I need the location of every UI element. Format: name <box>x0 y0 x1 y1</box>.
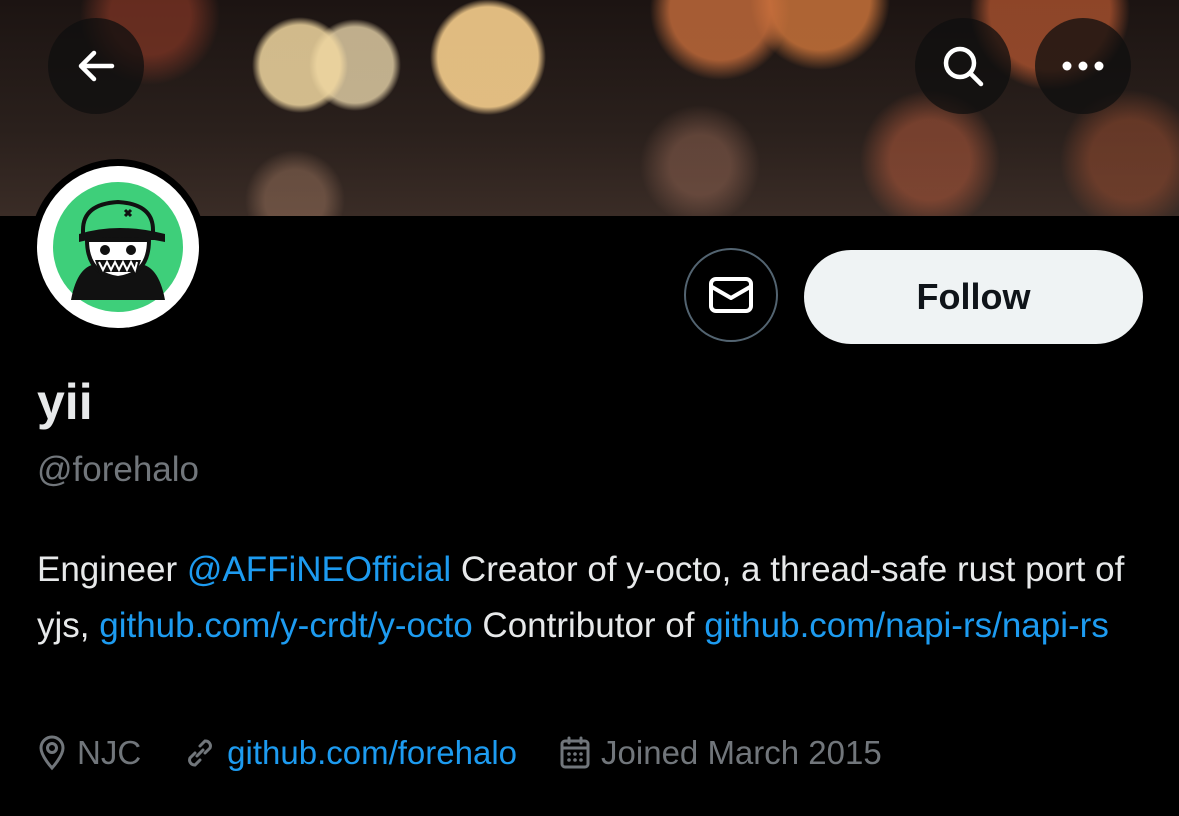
location-text: NJC <box>77 734 142 771</box>
avatar-image <box>37 166 199 328</box>
profile-meta: NJC github.com/forehalo Joined March 201… <box>37 730 924 776</box>
location-pin-icon <box>39 735 65 771</box>
bio-mention-link[interactable]: @AFFiNEOfficial <box>187 550 451 589</box>
profile-bio: Engineer @AFFiNEOfficial Creator of y-oc… <box>37 542 1147 653</box>
bio-text: Contributor of <box>472 605 705 645</box>
more-button[interactable] <box>1035 18 1131 114</box>
more-horizontal-icon <box>1062 61 1104 71</box>
display-name: yii <box>37 374 93 430</box>
avatar-illustration <box>53 182 183 312</box>
arrow-left-icon <box>78 50 115 82</box>
calendar-icon <box>560 736 590 769</box>
location-item: NJC <box>37 734 141 772</box>
website-link[interactable]: github.com/forehalo <box>227 734 517 772</box>
avatar[interactable] <box>30 159 206 335</box>
search-button[interactable] <box>915 18 1011 114</box>
joined-item: Joined March 2015 <box>559 734 882 772</box>
follow-button[interactable]: Follow <box>804 250 1143 344</box>
user-handle: @forehalo <box>37 450 200 489</box>
bio-url-link[interactable]: github.com/napi-rs/napi-rs <box>704 606 1109 645</box>
joined-date-text: Joined March 2015 <box>601 734 882 771</box>
website-item[interactable]: github.com/forehalo <box>183 734 517 772</box>
bio-url-link[interactable]: github.com/y-crdt/y-octo <box>99 606 472 645</box>
message-button[interactable] <box>684 248 778 342</box>
link-icon <box>188 739 213 767</box>
envelope-icon <box>709 277 753 313</box>
back-button[interactable] <box>48 18 144 114</box>
bio-text: Engineer <box>37 550 187 589</box>
search-icon <box>943 46 984 87</box>
